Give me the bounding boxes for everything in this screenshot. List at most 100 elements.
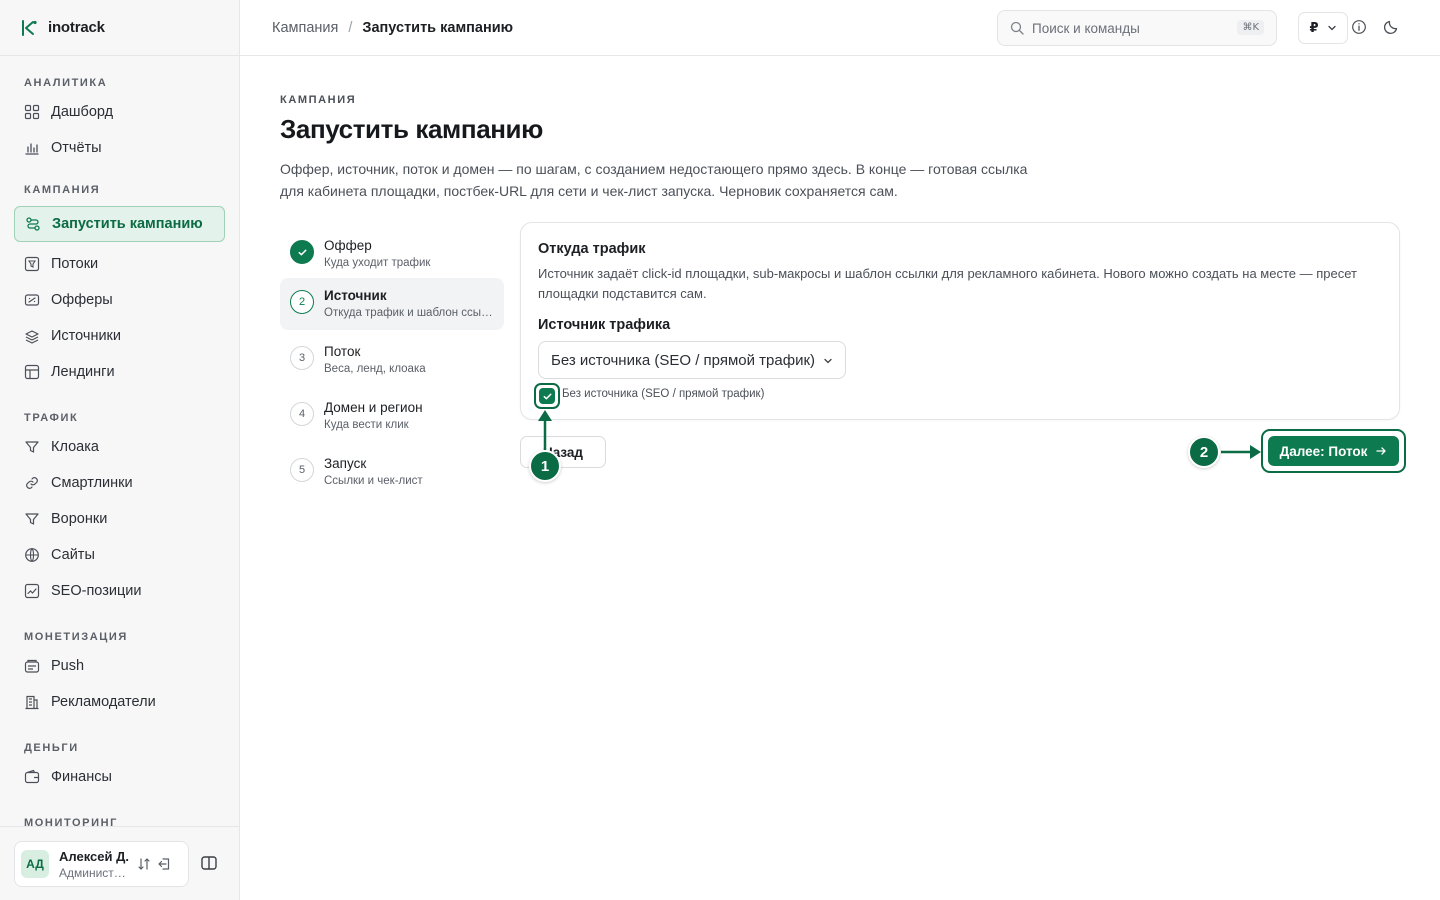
sidebar-item-smartlinks[interactable]: Смартлинки bbox=[14, 465, 225, 501]
annotation-badge-1: 1 bbox=[529, 450, 561, 482]
bar-chart-icon bbox=[24, 140, 40, 156]
sidebar-item-label: Отчёты bbox=[51, 140, 102, 156]
step-offer[interactable]: Оффер Куда уходит трафик bbox=[280, 228, 504, 280]
next-button[interactable]: Далее: Поток bbox=[1268, 436, 1399, 466]
sidebar-item-landings[interactable]: Лендинги bbox=[14, 354, 225, 390]
no-source-checkbox-label[interactable]: Без источника (SEO / прямой трафик) bbox=[562, 388, 764, 400]
filter-box-icon bbox=[24, 256, 40, 272]
step-sublabel: Куда вести клик bbox=[324, 419, 409, 431]
user-role: Администратор bbox=[59, 865, 131, 880]
sidebar-item-launch-campaign[interactable]: Запустить кампанию bbox=[14, 206, 225, 242]
sidebar-item-label: Запустить кампанию bbox=[52, 216, 203, 232]
funnel-icon bbox=[24, 511, 40, 527]
step-launch[interactable]: 5 Запуск Ссылки и чек-лист bbox=[280, 446, 504, 498]
step-label: Оффер bbox=[324, 238, 372, 253]
step-sublabel: Ссылки и чек-лист bbox=[324, 475, 423, 487]
step-label: Домен и регион bbox=[324, 400, 423, 415]
step-label: Источник bbox=[324, 288, 387, 303]
chevron-down-icon bbox=[823, 356, 833, 366]
section-title-monitoring: МОНИТОРИНГ bbox=[24, 817, 118, 826]
sidebar-item-label: Источники bbox=[51, 328, 122, 344]
sidebar-item-advertisers[interactable]: Рекламодатели bbox=[14, 684, 225, 720]
sidebar-item-label: Потоки bbox=[51, 256, 99, 272]
search-placeholder: Поиск и команды bbox=[1032, 20, 1140, 36]
sidebar-item-label: Финансы bbox=[51, 769, 112, 785]
currency-select[interactable]: ₽ bbox=[1298, 12, 1348, 44]
step-sublabel: Откуда трафик и шаблон ссылки bbox=[324, 307, 494, 319]
brand[interactable]: inotrack bbox=[0, 0, 239, 56]
chevron-down-icon bbox=[1327, 23, 1337, 33]
sidebar-item-dashboard[interactable]: Дашборд bbox=[14, 94, 225, 130]
section-title-traffic: ТРАФИК bbox=[24, 412, 79, 424]
sidebar: inotrack АНАЛИТИКА Дашборд Отчёты КАМПАН… bbox=[0, 0, 240, 900]
section-title-money: ДЕНЬГИ bbox=[24, 742, 79, 754]
card-title: Откуда трафик bbox=[538, 241, 646, 257]
sidebar-item-seo-positions[interactable]: SEO-позиции bbox=[14, 573, 225, 609]
next-button-highlight: Далее: Поток bbox=[1261, 429, 1406, 473]
sidebar-item-label: Дашборд bbox=[51, 104, 114, 120]
sidebar-item-flows[interactable]: Потоки bbox=[14, 246, 225, 282]
source-select[interactable]: Без источника (SEO / прямой трафик) bbox=[538, 341, 846, 379]
user-name: Алексей Д. bbox=[59, 848, 129, 864]
step-number: 5 bbox=[290, 458, 314, 482]
sidebar-item-label: Лендинги bbox=[51, 364, 115, 380]
checkbox-checked bbox=[539, 388, 555, 404]
theme-moon-icon[interactable] bbox=[1383, 19, 1399, 35]
layout-icon bbox=[24, 364, 40, 380]
step-flow[interactable]: 3 Поток Веса, ленд, клоака bbox=[280, 334, 504, 386]
search-input[interactable]: Поиск и команды ⌘K bbox=[997, 10, 1277, 46]
breadcrumb-separator: / bbox=[348, 19, 353, 36]
sidebar-item-label: Воронки bbox=[51, 511, 108, 527]
sidebar-item-label: Сайты bbox=[51, 547, 95, 563]
no-source-checkbox[interactable] bbox=[534, 383, 560, 409]
step-number: 2 bbox=[290, 290, 314, 314]
step-source[interactable]: 2 Источник Откуда трафик и шаблон ссылки bbox=[280, 278, 504, 330]
sidebar-item-label: Смартлинки bbox=[51, 475, 133, 491]
sidebar-footer: АД Алексей Д. Администратор bbox=[0, 826, 239, 900]
section-title-monetization: МОНЕТИЗАЦИЯ bbox=[24, 631, 128, 643]
sidebar-item-label: SEO-позиции bbox=[51, 583, 142, 599]
source-select-value: Без источника (SEO / прямой трафик) bbox=[551, 351, 816, 369]
link-icon bbox=[24, 475, 40, 491]
section-title-analytics: АНАЛИТИКА bbox=[24, 77, 108, 89]
card-description: Источник задаёт click-id площадки, sub-м… bbox=[538, 266, 1357, 301]
push-icon bbox=[24, 658, 40, 674]
sidebar-item-funnels[interactable]: Воронки bbox=[14, 501, 225, 537]
section-title-campaign: КАМПАНИЯ bbox=[24, 184, 101, 196]
sidebar-item-offers[interactable]: Офферы bbox=[14, 282, 225, 318]
arrow-right-icon bbox=[1375, 445, 1387, 457]
info-icon[interactable] bbox=[1351, 19, 1367, 35]
user-card[interactable]: АД Алексей Д. Администратор bbox=[14, 841, 189, 887]
step-label: Запуск bbox=[324, 456, 367, 471]
offer-icon bbox=[24, 292, 40, 308]
breadcrumb-current: Запустить кампанию bbox=[362, 19, 514, 36]
sidebar-item-label: Офферы bbox=[51, 292, 113, 308]
trend-icon bbox=[24, 583, 40, 599]
sidebar-item-reports[interactable]: Отчёты bbox=[14, 130, 225, 166]
avatar: АД bbox=[21, 850, 49, 878]
sidebar-item-push[interactable]: Push bbox=[14, 648, 225, 684]
switch-account-icon[interactable] bbox=[137, 857, 151, 871]
sidebar-item-label: Рекламодатели bbox=[51, 694, 156, 710]
step-done-check-icon bbox=[290, 240, 314, 264]
annotation-badge-2: 2 bbox=[1188, 436, 1220, 468]
logout-icon[interactable] bbox=[157, 857, 171, 871]
sidebar-item-finance[interactable]: Финансы bbox=[14, 759, 225, 795]
step-domain-region[interactable]: 4 Домен и регион Куда вести клик bbox=[280, 390, 504, 442]
step-label: Поток bbox=[324, 344, 361, 359]
step-number: 4 bbox=[290, 402, 314, 426]
step-number: 3 bbox=[290, 346, 314, 370]
sidebar-item-sources[interactable]: Источники bbox=[14, 318, 225, 354]
currency-value: ₽ bbox=[1309, 20, 1319, 35]
grid-icon bbox=[24, 104, 40, 120]
app-name: inotrack bbox=[48, 19, 105, 36]
step-sublabel: Куда уходит трафик bbox=[324, 257, 431, 269]
sidebar-toggle-icon[interactable] bbox=[200, 854, 218, 872]
sidebar-item-label: Push bbox=[51, 658, 85, 674]
sidebar-item-cloak[interactable]: Клоака bbox=[14, 429, 225, 465]
sidebar-item-sites[interactable]: Сайты bbox=[14, 537, 225, 573]
building-icon bbox=[24, 694, 40, 710]
logo-icon bbox=[20, 19, 38, 37]
funnel-icon bbox=[24, 439, 40, 455]
breadcrumb-parent[interactable]: Кампания bbox=[272, 20, 338, 36]
